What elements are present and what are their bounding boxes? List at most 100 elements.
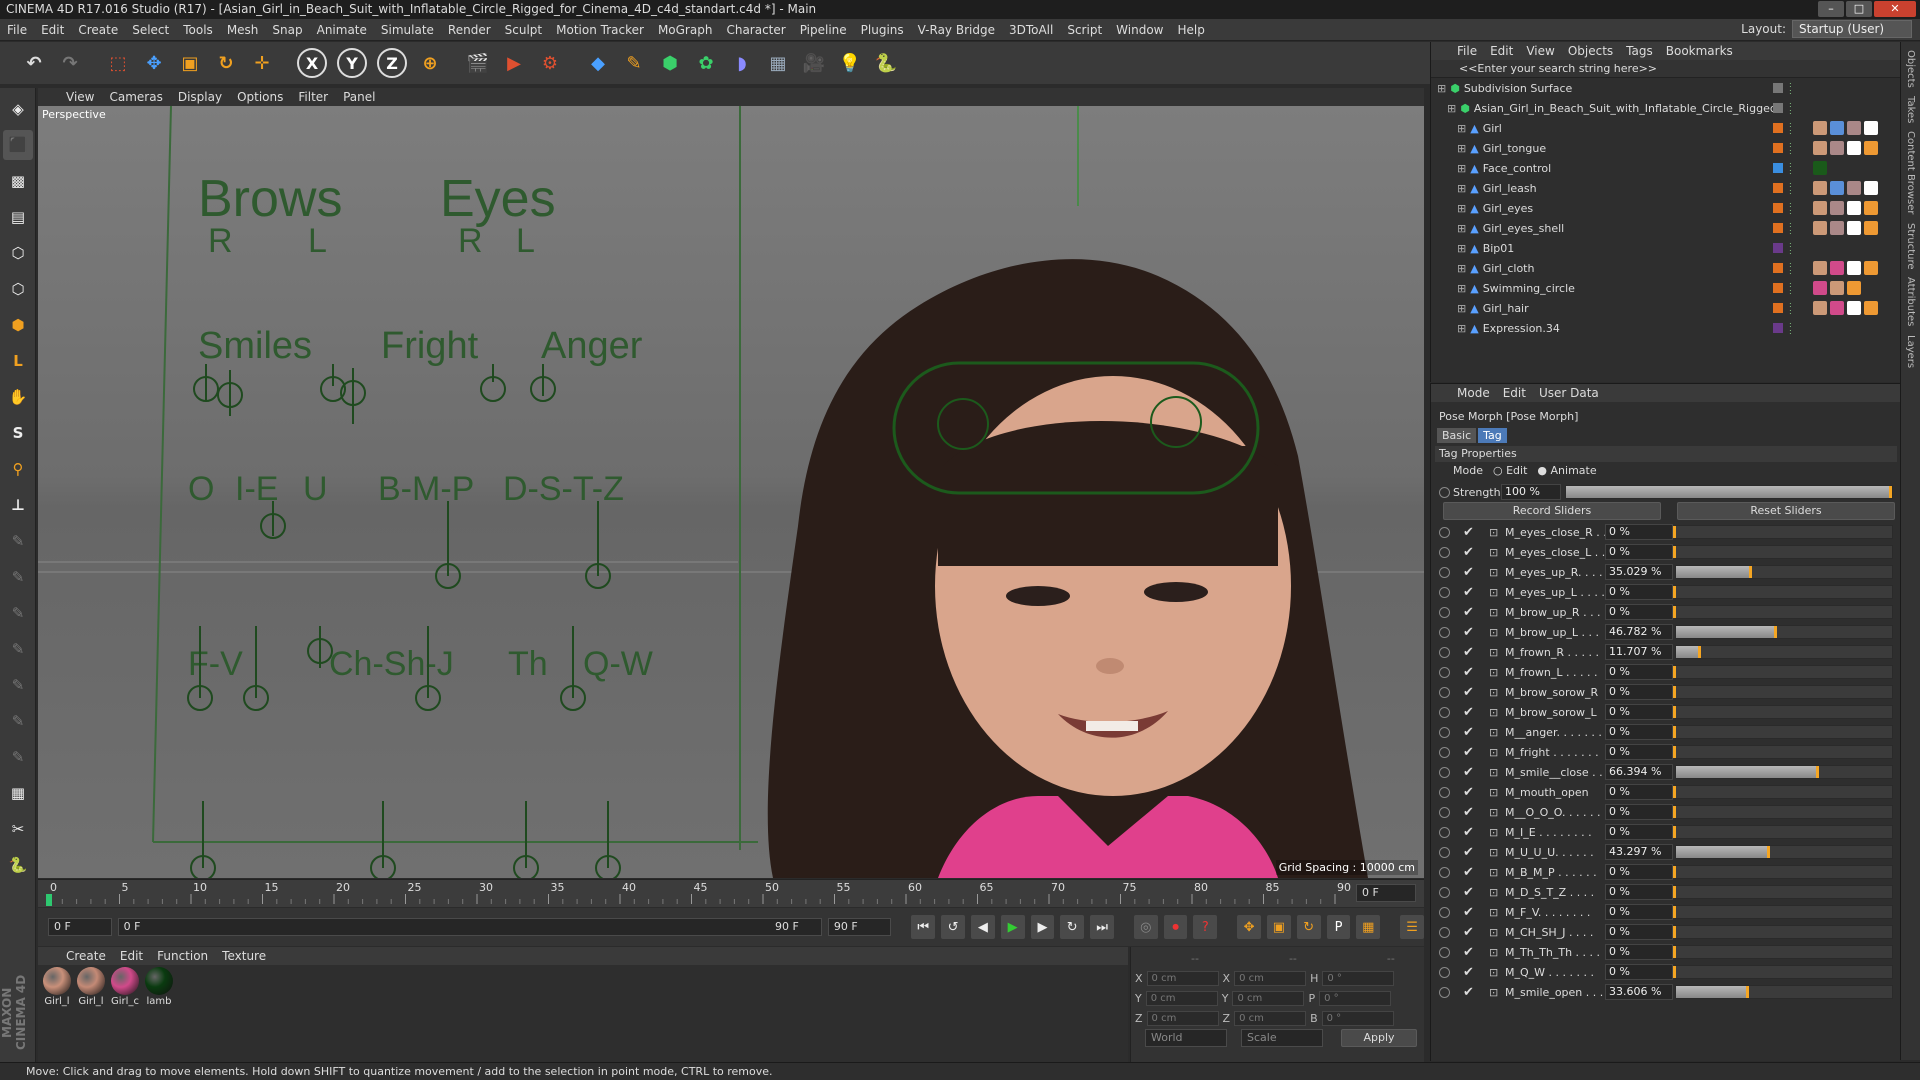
morph-anim-radio[interactable]: [1439, 646, 1450, 658]
side-tab-attributes[interactable]: Attributes: [1905, 277, 1916, 326]
morph-enable-checkbox[interactable]: ✔: [1463, 725, 1474, 740]
morph-edit-icon[interactable]: ⊡: [1489, 686, 1498, 699]
mode-edit-radio[interactable]: ○ Edit: [1493, 464, 1527, 477]
menu-plugins[interactable]: Plugins: [854, 19, 911, 41]
tag-icon[interactable]: [1847, 141, 1861, 155]
morph-value-field[interactable]: 0 %: [1605, 664, 1673, 680]
morph-value-field[interactable]: 0 %: [1605, 924, 1673, 940]
morph-edit-icon[interactable]: ⊡: [1489, 946, 1498, 959]
menu-simulate[interactable]: Simulate: [374, 19, 441, 41]
morph-value-field[interactable]: 0 %: [1605, 544, 1673, 560]
tag-icon[interactable]: [1847, 261, 1861, 275]
morph-enable-checkbox[interactable]: ✔: [1463, 885, 1474, 900]
rig-slider-anger[interactable]: [585, 501, 611, 589]
morph-anim-radio[interactable]: [1439, 546, 1450, 558]
morph-anim-radio[interactable]: [1439, 726, 1450, 738]
morph-slider[interactable]: [1673, 785, 1893, 799]
side-tab-objects[interactable]: Objects: [1905, 50, 1916, 88]
edges-mode-icon[interactable]: ⬡: [3, 274, 33, 304]
coord-mode-select[interactable]: Scale: [1241, 1029, 1323, 1047]
object-menu-file[interactable]: File: [1457, 44, 1477, 58]
tag-icon[interactable]: [1847, 181, 1861, 195]
visibility-dots-icon[interactable]: ::: [1789, 301, 1792, 316]
morph-value-field[interactable]: 0 %: [1605, 684, 1673, 700]
size-y-field[interactable]: 0 cm: [1232, 990, 1305, 1006]
magnet-icon[interactable]: ⚲: [3, 454, 33, 484]
workplane-lock-icon[interactable]: ⊥: [3, 490, 33, 520]
attribute-menu-mode[interactable]: Mode: [1457, 386, 1490, 400]
object-menu-view[interactable]: View: [1526, 44, 1554, 58]
viewport-menu-panel[interactable]: Panel: [343, 90, 375, 104]
menu-window[interactable]: Window: [1109, 19, 1170, 41]
side-tab-content-browser[interactable]: Content Browser: [1905, 131, 1916, 214]
morph-anim-radio[interactable]: [1439, 526, 1450, 538]
morph-anim-radio[interactable]: [1439, 966, 1450, 978]
tag-icon[interactable]: [1813, 221, 1827, 235]
morph-enable-checkbox[interactable]: ✔: [1463, 845, 1474, 860]
rig-slider-dstz[interactable]: [560, 626, 586, 711]
timeline-ruler[interactable]: 0 5 10 15 20 25 30 35 40 45 50 55 60 65 70 75 80 85 90 0 F: [38, 879, 1424, 907]
morph-edit-icon[interactable]: ⊡: [1489, 926, 1498, 939]
tag-icon[interactable]: [1864, 261, 1878, 275]
tag-icon[interactable]: [1830, 201, 1844, 215]
snap-icon[interactable]: S: [3, 418, 33, 448]
expand-toggle-icon[interactable]: ⊞: [1457, 122, 1466, 135]
scale-icon[interactable]: ▣: [174, 47, 206, 79]
tag-icon[interactable]: [1830, 261, 1844, 275]
morph-slider[interactable]: [1673, 525, 1893, 539]
size-z-field[interactable]: 0 cm: [1234, 1010, 1307, 1026]
expand-toggle-icon[interactable]: ⊞: [1437, 82, 1446, 95]
tag-icon[interactable]: [1847, 301, 1861, 315]
morph-anim-radio[interactable]: [1439, 886, 1450, 898]
z-axis-icon[interactable]: Z: [377, 48, 407, 78]
morph-edit-icon[interactable]: ⊡: [1489, 806, 1498, 819]
size-x-field[interactable]: 0 cm: [1234, 970, 1307, 986]
sculpt-mask-icon[interactable]: ✎: [3, 742, 33, 772]
menu-snap[interactable]: Snap: [265, 19, 309, 41]
current-frame-field[interactable]: 0 F: [1356, 884, 1416, 902]
material-menu-function[interactable]: Function: [157, 949, 208, 963]
rig-slider-qw[interactable]: [595, 801, 621, 878]
next-frame-icon[interactable]: ▶: [1030, 915, 1055, 939]
object-row[interactable]: ⊞ ▲ Girl_eyes::: [1431, 198, 1901, 218]
expand-toggle-icon[interactable]: ⊞: [1457, 222, 1466, 235]
prev-key-icon[interactable]: ↺: [941, 915, 965, 939]
key-scale-icon[interactable]: ▣: [1267, 915, 1291, 939]
menu-script[interactable]: Script: [1060, 19, 1109, 41]
morph-value-field[interactable]: 0 %: [1605, 784, 1673, 800]
object-row[interactable]: ⊞ ▲ Swimming_circle::: [1431, 278, 1901, 298]
tag-icon[interactable]: [1813, 301, 1827, 315]
morph-value-field[interactable]: 0 %: [1605, 604, 1673, 620]
morph-anim-radio[interactable]: [1439, 766, 1450, 778]
morph-anim-radio[interactable]: [1439, 946, 1450, 958]
menu-tools[interactable]: Tools: [176, 19, 220, 41]
material-item[interactable]: Girl_l: [42, 967, 72, 1007]
morph-value-field[interactable]: 0 %: [1605, 524, 1673, 540]
morph-value-field[interactable]: 0 %: [1605, 704, 1673, 720]
object-search-input[interactable]: <<Enter your search string here>>: [1431, 60, 1900, 78]
tag-icon[interactable]: [1864, 181, 1878, 195]
morph-edit-icon[interactable]: ⊡: [1489, 746, 1498, 759]
morph-value-field[interactable]: 0 %: [1605, 884, 1673, 900]
python-icon[interactable]: 🐍: [870, 47, 902, 79]
morph-enable-checkbox[interactable]: ✔: [1463, 825, 1474, 840]
morph-edit-icon[interactable]: ⊡: [1489, 626, 1498, 639]
morph-edit-icon[interactable]: ⊡: [1489, 606, 1498, 619]
object-row[interactable]: ⊞ ▲ Girl::: [1431, 118, 1901, 138]
morph-slider[interactable]: [1673, 685, 1893, 699]
expand-toggle-icon[interactable]: ⊞: [1457, 162, 1466, 175]
visibility-dots-icon[interactable]: ::: [1789, 241, 1792, 256]
tag-icon[interactable]: [1830, 301, 1844, 315]
pos-y-field[interactable]: 0 cm: [1145, 990, 1218, 1006]
morph-enable-checkbox[interactable]: ✔: [1463, 985, 1474, 1000]
light-icon[interactable]: 💡: [834, 47, 866, 79]
menu-animate[interactable]: Animate: [310, 19, 374, 41]
morph-anim-radio[interactable]: [1439, 606, 1450, 618]
tag-icon[interactable]: [1813, 141, 1827, 155]
morph-slider[interactable]: [1675, 625, 1893, 639]
morph-value-field[interactable]: 0 %: [1605, 744, 1673, 760]
cube-icon[interactable]: ◆: [582, 47, 614, 79]
material-item[interactable]: Girl_l: [76, 967, 106, 1007]
morph-anim-radio[interactable]: [1439, 906, 1450, 918]
viewport-menu-options[interactable]: Options: [237, 90, 283, 104]
